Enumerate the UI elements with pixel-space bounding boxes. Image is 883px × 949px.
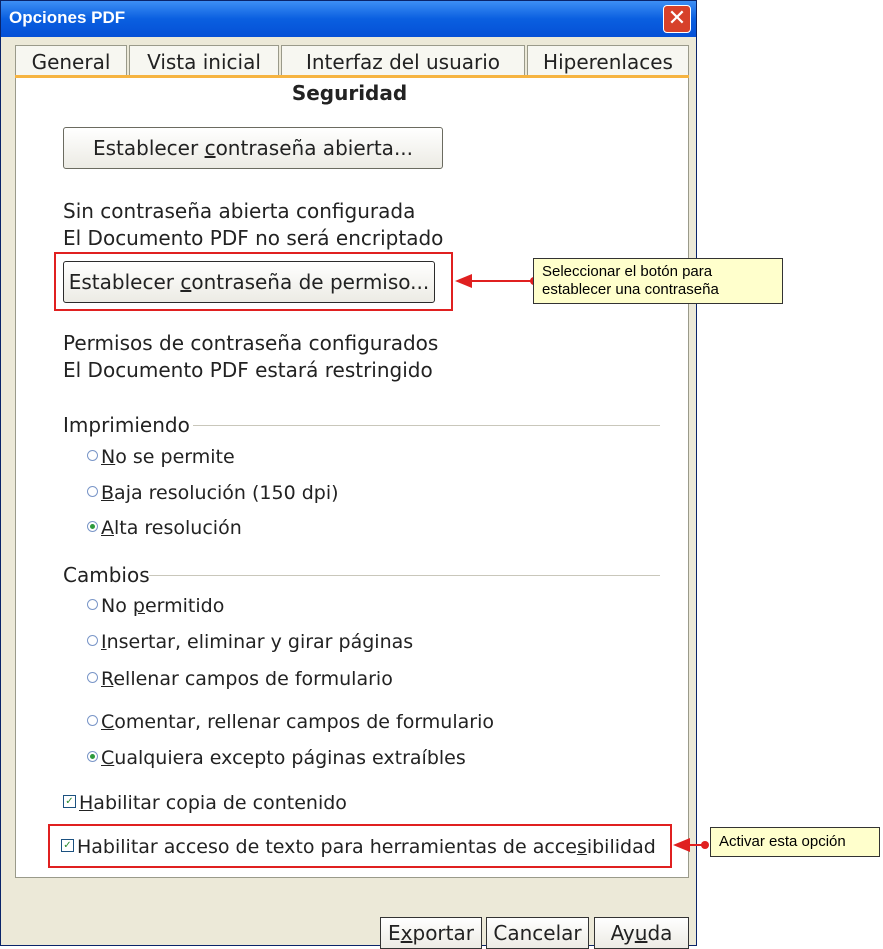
annotation-arrows	[455, 274, 709, 852]
callout-option-hint: Activar esta opción	[710, 827, 880, 857]
arrow-head	[673, 838, 690, 852]
arrow-head	[455, 274, 472, 288]
callout-button-hint: Seleccionar el botón para establecer una…	[533, 258, 783, 304]
arrow-dot	[701, 841, 709, 849]
